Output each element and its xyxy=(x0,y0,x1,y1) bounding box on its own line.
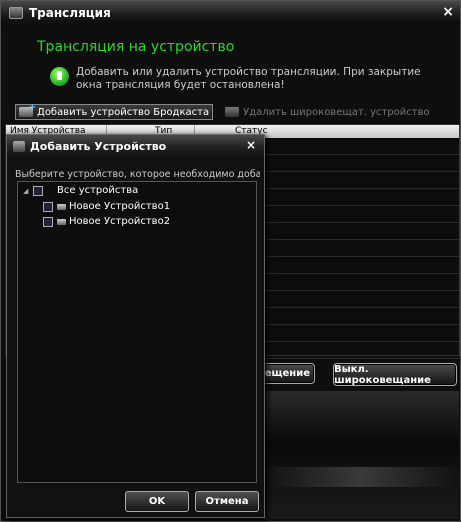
dialog-prompt: Выберите устройство, которое необходимо … xyxy=(15,169,260,180)
tree-device-node[interactable]: Новое Устройство2 xyxy=(43,216,170,227)
device-tree[interactable]: ◢ Все устройства Новое Устройство1 Новое… xyxy=(17,181,257,483)
toolbar: Добавить устройство Бродкаста Удалить ши… xyxy=(15,103,456,120)
info-message: Добавить или удалить устройство трансляц… xyxy=(76,66,421,91)
expander-icon[interactable]: ◢ xyxy=(23,187,31,195)
dialog-titlebar[interactable]: Добавить Устройство × xyxy=(7,135,264,157)
remove-broadcast-device-label: Удалить широковещат. устройство xyxy=(243,106,430,118)
window-title: Трансляция xyxy=(29,6,111,20)
dialog-title: Добавить Устройство xyxy=(30,139,167,153)
device-icon xyxy=(57,203,66,210)
tree-root-label: Все устройства xyxy=(57,185,139,196)
app-icon xyxy=(9,7,23,19)
remove-broadcast-device-button[interactable]: Удалить широковещат. устройство xyxy=(221,104,434,120)
add-broadcast-device-label: Добавить устройство Бродкаста xyxy=(37,106,210,118)
page-heading: Трансляция на устройство xyxy=(37,39,235,55)
remove-device-icon xyxy=(225,107,240,117)
checkbox-device-1[interactable] xyxy=(43,201,53,212)
checkbox-all-devices[interactable] xyxy=(33,185,43,196)
info-icon xyxy=(50,67,69,86)
add-device-dialog: Добавить Устройство × Выберите устройств… xyxy=(6,134,265,518)
tree-root-node[interactable]: ◢ Все устройства xyxy=(23,185,138,196)
dialog-app-icon xyxy=(13,140,25,152)
device-label-1: Новое Устройство1 xyxy=(69,201,171,212)
device-icon xyxy=(57,218,66,225)
add-device-icon xyxy=(19,103,36,117)
checkbox-device-2[interactable] xyxy=(43,216,53,227)
lower-panel-band xyxy=(263,467,459,487)
cancel-button[interactable]: Отмена xyxy=(195,491,259,512)
ok-button[interactable]: OK xyxy=(125,491,189,512)
close-icon[interactable]: × xyxy=(442,4,454,20)
lower-panel xyxy=(263,391,459,519)
add-broadcast-device-button[interactable]: Добавить устройство Бродкаста xyxy=(15,103,214,120)
tree-device-node[interactable]: Новое Устройство1 xyxy=(43,201,170,212)
dialog-close-icon[interactable]: × xyxy=(246,138,256,152)
device-label-2: Новое Устройство2 xyxy=(69,216,171,227)
stop-broadcast-button[interactable]: Выкл. широковещание xyxy=(333,363,457,386)
window-titlebar[interactable]: Трансляция × xyxy=(1,1,460,25)
